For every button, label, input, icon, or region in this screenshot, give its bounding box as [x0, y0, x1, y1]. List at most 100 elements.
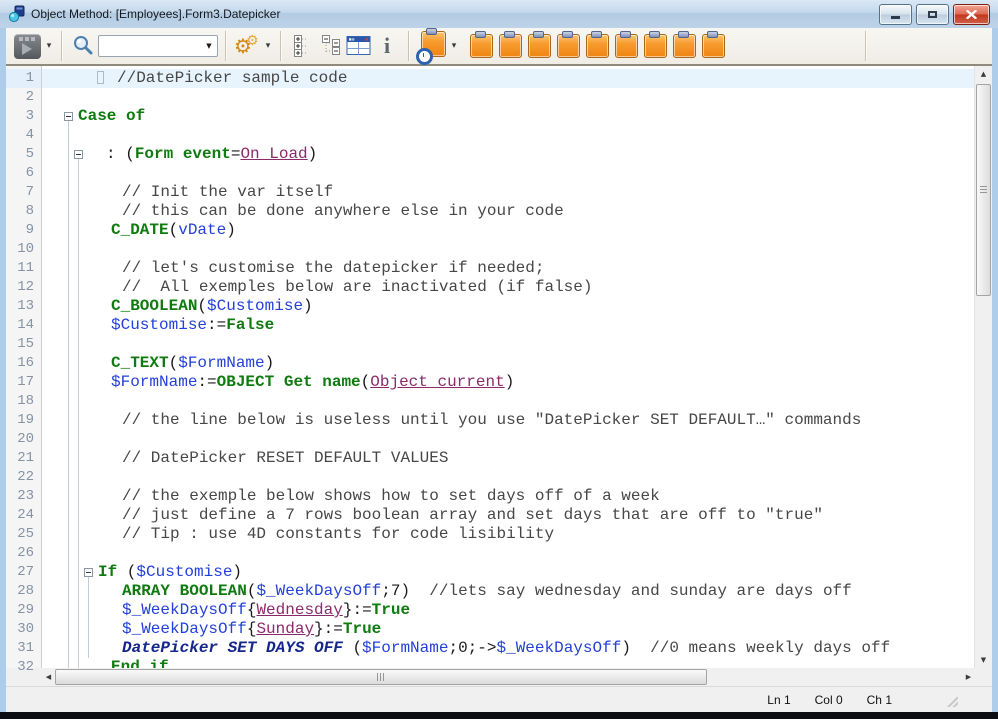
- line-number[interactable]: 24: [6, 506, 41, 525]
- horizontal-scrollbar[interactable]: [55, 669, 962, 685]
- run-dropdown-arrow[interactable]: ▾: [44, 41, 54, 51]
- code-line[interactable]: // the exemple below shows how to set da…: [42, 487, 974, 506]
- line-number[interactable]: 19: [6, 411, 41, 430]
- clipboard-button-8[interactable]: [673, 34, 696, 58]
- clipboard-button-2[interactable]: [499, 34, 522, 58]
- line-number[interactable]: 32: [6, 658, 41, 677]
- code-line[interactable]: // Tip : use 4D constants for code lisib…: [42, 525, 974, 544]
- minimize-button[interactable]: [879, 4, 912, 25]
- code-line[interactable]: // DatePicker RESET DEFAULT VALUES: [42, 449, 974, 468]
- line-number[interactable]: 20: [6, 430, 41, 449]
- macros-gear-icon[interactable]: ⚙⚙: [234, 36, 260, 56]
- line-number[interactable]: 30: [6, 620, 41, 639]
- code-line[interactable]: ARRAY BOOLEAN($_WeekDaysOff;7) //lets sa…: [42, 582, 974, 601]
- code-line[interactable]: // Init the var itself: [42, 183, 974, 202]
- line-number[interactable]: 14: [6, 316, 41, 335]
- line-number[interactable]: 31: [6, 639, 41, 658]
- line-number[interactable]: 28: [6, 582, 41, 601]
- line-number[interactable]: 4: [6, 126, 41, 145]
- line-number[interactable]: 27: [6, 563, 41, 582]
- code-line[interactable]: //DatePicker sample code: [42, 69, 974, 88]
- code-line[interactable]: $FormName:=OBJECT Get name(Object curren…: [42, 373, 974, 392]
- form-button[interactable]: [345, 32, 373, 60]
- line-number[interactable]: 23: [6, 487, 41, 506]
- scroll-down-arrow[interactable]: ▼: [975, 652, 992, 668]
- code-line[interactable]: [42, 430, 974, 449]
- code-line[interactable]: // All exemples below are inactivated (i…: [42, 278, 974, 297]
- code-line[interactable]: [42, 126, 974, 145]
- line-number[interactable]: 7: [6, 183, 41, 202]
- scroll-left-arrow[interactable]: ◀: [42, 673, 55, 681]
- code-line[interactable]: Case of: [42, 107, 974, 126]
- code-line[interactable]: : (Form event=On Load): [42, 145, 974, 164]
- line-number[interactable]: 8: [6, 202, 41, 221]
- line-number[interactable]: 18: [6, 392, 41, 411]
- expand-all-button[interactable]: [289, 32, 317, 60]
- horizontal-scroll-thumb[interactable]: [55, 669, 707, 685]
- search-dropdown-arrow[interactable]: ▼: [201, 42, 217, 50]
- code-line[interactable]: C_BOOLEAN($Customise): [42, 297, 974, 316]
- search-input[interactable]: [99, 38, 201, 54]
- vertical-scroll-thumb[interactable]: [976, 84, 991, 296]
- code-line[interactable]: $_WeekDaysOff{Sunday}:=True: [42, 620, 974, 639]
- code-line[interactable]: [42, 544, 974, 563]
- vertical-scrollbar[interactable]: ▲ ▼: [974, 66, 992, 668]
- code-line[interactable]: // let's customise the datepicker if nee…: [42, 259, 974, 278]
- code-line[interactable]: End if: [42, 658, 974, 668]
- scroll-right-arrow[interactable]: ▶: [962, 673, 975, 681]
- line-number[interactable]: 5: [6, 145, 41, 164]
- code-line[interactable]: $Customise:=False: [42, 316, 974, 335]
- line-number[interactable]: 2: [6, 88, 41, 107]
- line-number[interactable]: 1: [6, 69, 41, 88]
- line-number[interactable]: 12: [6, 278, 41, 297]
- clipboard-button-3[interactable]: [528, 34, 551, 58]
- line-number[interactable]: 6: [6, 164, 41, 183]
- code-line[interactable]: $_WeekDaysOff{Wednesday}:=True: [42, 601, 974, 620]
- code-line[interactable]: // this can be done anywhere else in you…: [42, 202, 974, 221]
- clipboard-button-6[interactable]: [615, 34, 638, 58]
- titlebar[interactable]: Object Method: [Employees].Form3.Datepic…: [0, 0, 998, 28]
- code-line[interactable]: // just define a 7 rows boolean array an…: [42, 506, 974, 525]
- macros-dropdown-arrow[interactable]: ▾: [263, 41, 273, 51]
- clipboard-history-button[interactable]: [421, 31, 446, 62]
- line-number[interactable]: 13: [6, 297, 41, 316]
- fold-toggle-icon[interactable]: [64, 112, 73, 121]
- clipboard-button-1[interactable]: [470, 34, 493, 58]
- clipboard-button-7[interactable]: [644, 34, 667, 58]
- clipboard-button-5[interactable]: [586, 34, 609, 58]
- line-number[interactable]: 22: [6, 468, 41, 487]
- line-number-gutter[interactable]: 1234567891011121314151617181920212223242…: [6, 66, 41, 668]
- fold-toggle-icon[interactable]: [74, 150, 83, 159]
- code-line[interactable]: // the line below is useless until you u…: [42, 411, 974, 430]
- line-number[interactable]: 10: [6, 240, 41, 259]
- line-number[interactable]: 15: [6, 335, 41, 354]
- line-number[interactable]: 29: [6, 601, 41, 620]
- code-line[interactable]: [42, 164, 974, 183]
- line-number[interactable]: 11: [6, 259, 41, 278]
- line-number[interactable]: 17: [6, 373, 41, 392]
- code-line[interactable]: DatePicker SET DAYS OFF ($FormName;0;->$…: [42, 639, 974, 658]
- line-number[interactable]: 3: [6, 107, 41, 126]
- resize-grip[interactable]: [946, 697, 958, 707]
- line-number[interactable]: 16: [6, 354, 41, 373]
- clipboard-button-4[interactable]: [557, 34, 580, 58]
- close-button[interactable]: [953, 4, 990, 25]
- info-button[interactable]: i: [373, 32, 401, 60]
- code-line[interactable]: [42, 468, 974, 487]
- code-line[interactable]: [42, 392, 974, 411]
- code-line[interactable]: C_DATE(vDate): [42, 221, 974, 240]
- code-pane[interactable]: //DatePicker sample code Case of : (Form e…: [42, 66, 974, 668]
- scroll-up-arrow[interactable]: ▲: [975, 66, 992, 82]
- code-line[interactable]: [42, 240, 974, 259]
- collapse-all-button[interactable]: [317, 32, 345, 60]
- maximize-button[interactable]: [916, 4, 949, 25]
- clipboard-button-9[interactable]: [702, 34, 725, 58]
- code-line[interactable]: [42, 88, 974, 107]
- clipboard-dropdown-arrow[interactable]: ▾: [449, 41, 459, 51]
- line-number[interactable]: 21: [6, 449, 41, 468]
- line-number[interactable]: 25: [6, 525, 41, 544]
- line-number[interactable]: 26: [6, 544, 41, 563]
- run-method-button[interactable]: [14, 34, 41, 59]
- line-number[interactable]: 9: [6, 221, 41, 240]
- code-line[interactable]: C_TEXT($FormName): [42, 354, 974, 373]
